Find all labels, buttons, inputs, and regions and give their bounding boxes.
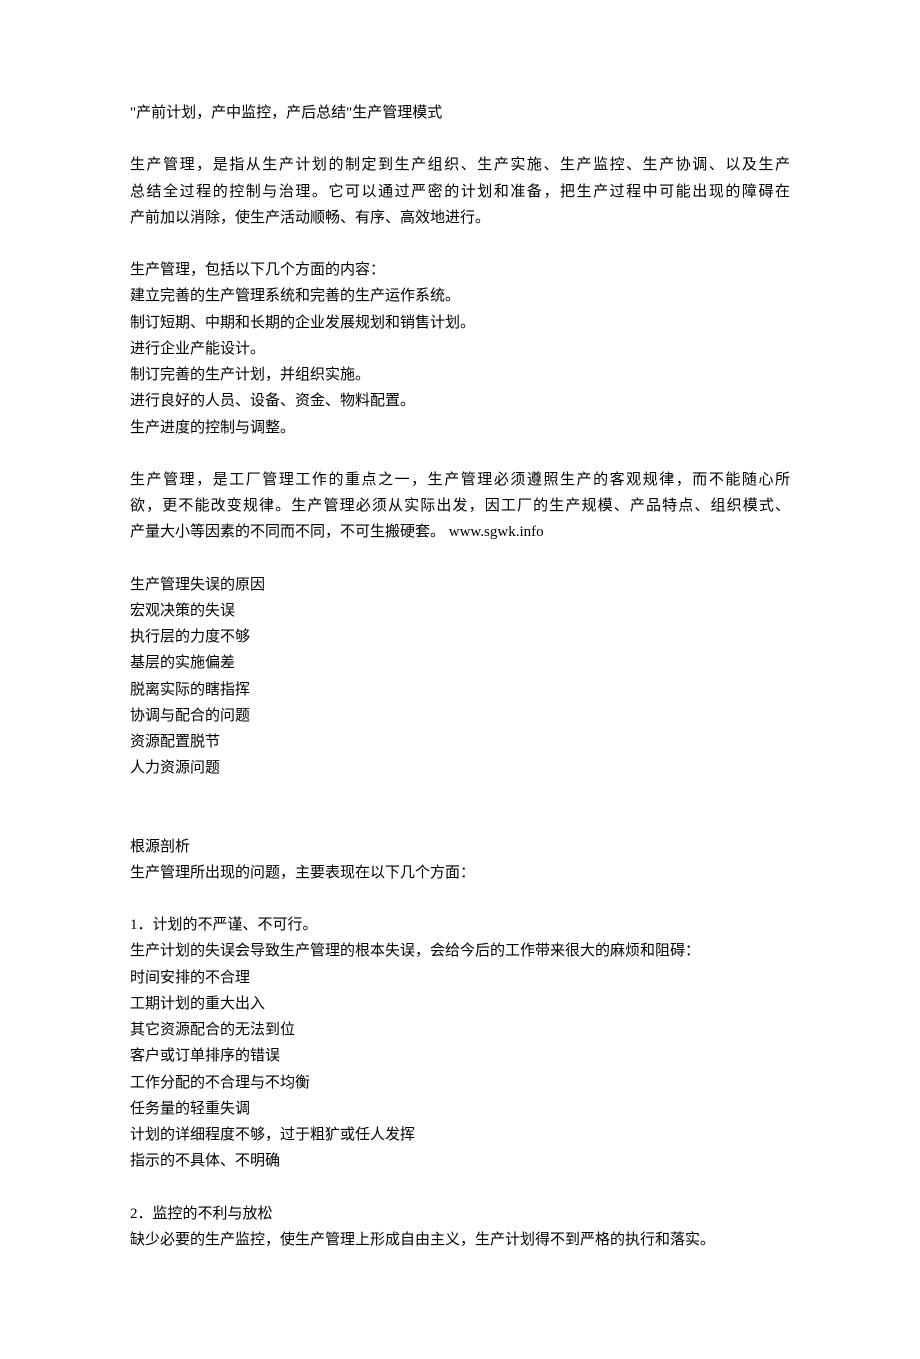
section-header: 生产管理，包括以下几个方面的内容： — [130, 257, 790, 283]
list-item: 其它资源配合的无法到位 — [130, 1017, 790, 1043]
point-2-section: 2．监控的不利与放松 缺少必要的生产监控，使生产管理上形成自由主义，生产计划得不… — [130, 1201, 790, 1254]
list-item: 制订短期、中期和长期的企业发展规划和销售计划。 — [130, 310, 790, 336]
list-item: 人力资源问题 — [130, 755, 790, 781]
list-item: 执行层的力度不够 — [130, 624, 790, 650]
list-item: 时间安排的不合理 — [130, 965, 790, 991]
text-line: 总结全过程的控制与治理。它可以通过严密的计划和准备，把生产过程中可能出现的障碍在 — [130, 179, 790, 205]
list-item: 制订完善的生产计划，并组织实施。 — [130, 362, 790, 388]
section-header: 生产管理失误的原因 — [130, 572, 790, 598]
text-line: 欲，更不能改变规律。生产管理必须从实际出发，因工厂的生产规模、产品特点、组织模式… — [130, 493, 790, 519]
list-item: 任务量的轻重失调 — [130, 1096, 790, 1122]
root-analysis-section: 根源剖析 生产管理所出现的问题，主要表现在以下几个方面： — [130, 834, 790, 887]
point-title: 2．监控的不利与放松 — [130, 1201, 790, 1227]
list-item: 协调与配合的问题 — [130, 703, 790, 729]
list-item: 客户或订单排序的错误 — [130, 1043, 790, 1069]
document-title: "产前计划，产中监控，产后总结"生产管理模式 — [130, 100, 790, 126]
point-title: 1．计划的不严谨、不可行。 — [130, 912, 790, 938]
list-item: 建立完善的生产管理系统和完善的生产运作系统。 — [130, 283, 790, 309]
list-item: 宏观决策的失误 — [130, 598, 790, 624]
text-line: 生产计划的失误会导致生产管理的根本失误，会给今后的工作带来很大的麻烦和阻碍： — [130, 938, 790, 964]
text-line: 缺少必要的生产监控，使生产管理上形成自由主义，生产计划得不到严格的执行和落实。 — [130, 1227, 790, 1253]
text-line: 产前加以消除，使生产活动顺畅、有序、高效地进行。 — [130, 205, 790, 231]
text-line: 产量大小等因素的不同而不同，不可生搬硬套。 www.sgwk.info — [130, 519, 790, 545]
point-1-section: 1．计划的不严谨、不可行。 生产计划的失误会导致生产管理的根本失误，会给今后的工… — [130, 912, 790, 1175]
text-line: 生产管理，是工厂管理工作的重点之一，生产管理必须遵照生产的客观规律，而不能随心所 — [130, 467, 790, 493]
failure-reasons-section: 生产管理失误的原因 宏观决策的失误 执行层的力度不够 基层的实施偏差 脱离实际的… — [130, 572, 790, 782]
list-item: 进行企业产能设计。 — [130, 336, 790, 362]
list-item: 计划的详细程度不够，过于粗犷或任人发挥 — [130, 1122, 790, 1148]
list-item: 基层的实施偏差 — [130, 650, 790, 676]
list-item: 工期计划的重大出入 — [130, 991, 790, 1017]
text-line: 生产管理所出现的问题，主要表现在以下几个方面： — [130, 860, 790, 886]
list-item: 指示的不具体、不明确 — [130, 1148, 790, 1174]
list-item: 资源配置脱节 — [130, 729, 790, 755]
section-header: 根源剖析 — [130, 834, 790, 860]
paragraph: 生产管理，是工厂管理工作的重点之一，生产管理必须遵照生产的客观规律，而不能随心所… — [130, 467, 790, 546]
list-item: 生产进度的控制与调整。 — [130, 415, 790, 441]
content-section: 生产管理，包括以下几个方面的内容： 建立完善的生产管理系统和完善的生产运作系统。… — [130, 257, 790, 441]
list-item: 脱离实际的瞎指挥 — [130, 677, 790, 703]
intro-paragraph: 生产管理，是指从生产计划的制定到生产组织、生产实施、生产监控、生产协调、以及生产… — [130, 152, 790, 231]
list-item: 工作分配的不合理与不均衡 — [130, 1070, 790, 1096]
text-line: 生产管理，是指从生产计划的制定到生产组织、生产实施、生产监控、生产协调、以及生产 — [130, 152, 790, 178]
list-item: 进行良好的人员、设备、资金、物料配置。 — [130, 388, 790, 414]
